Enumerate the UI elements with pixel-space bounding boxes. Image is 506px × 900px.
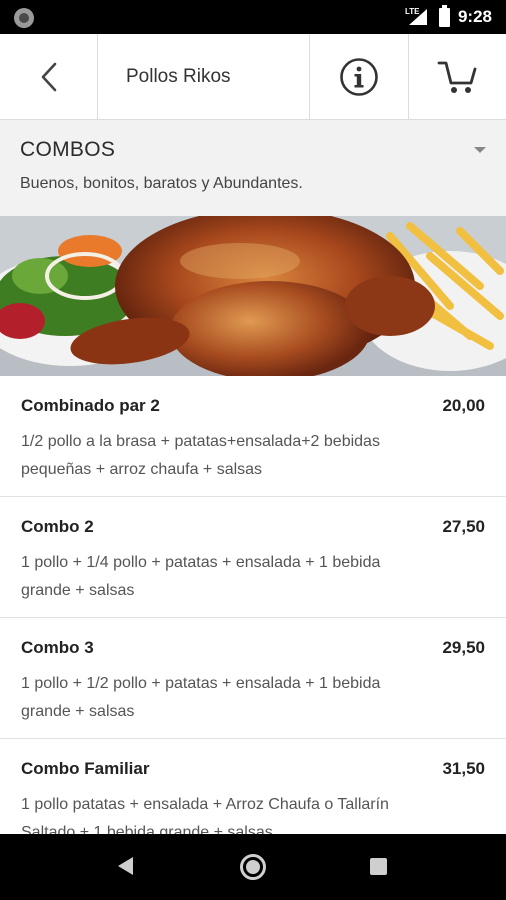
- notification-icon: [14, 8, 34, 28]
- item-price: 29,50: [442, 638, 485, 657]
- menu-list: Combinado par 2 20,00 1/2 pollo a la bra…: [0, 376, 506, 834]
- nav-back-icon[interactable]: [118, 857, 133, 875]
- item-name: Combinado par 2: [21, 396, 160, 415]
- category-title: COMBOS: [20, 138, 116, 161]
- chevron-left-icon: [41, 62, 56, 92]
- status-time: 9:28: [457, 7, 492, 26]
- page-title: Pollos Rikos: [98, 34, 310, 120]
- app-bar: Pollos Rikos: [0, 34, 506, 120]
- battery-icon: [438, 4, 450, 27]
- category-image: [0, 216, 506, 376]
- item-name: Combo 3: [21, 638, 94, 657]
- item-description: 1/2 pollo a la brasa + patatas+ensalada+…: [21, 433, 380, 478]
- item-description: 1 pollo patatas + ensalada + Arroz Chauf…: [21, 796, 389, 834]
- item-description: 1 pollo + 1/2 pollo + patatas + ensalada…: [21, 675, 381, 720]
- dropdown-arrow-icon[interactable]: [474, 147, 486, 153]
- cart-icon: [437, 61, 476, 93]
- menu-item[interactable]: Combo Familiar 31,50 1 pollo patatas + e…: [0, 739, 506, 834]
- system-nav-bar: [0, 834, 506, 900]
- status-bar: LTE 9:28: [0, 0, 506, 34]
- menu-item[interactable]: Combo 2 27,50 1 pollo + 1/4 pollo + pata…: [0, 497, 506, 618]
- info-button[interactable]: [310, 34, 409, 120]
- status-icons: LTE 9:28: [405, 0, 492, 34]
- item-price: 20,00: [442, 396, 485, 415]
- menu-item[interactable]: Combo 3 29,50 1 pollo + 1/2 pollo + pata…: [0, 618, 506, 739]
- item-name: Combo 2: [21, 517, 94, 536]
- nav-home-icon[interactable]: [240, 854, 266, 880]
- nav-recents-icon[interactable]: [370, 858, 387, 875]
- item-description: 1 pollo + 1/4 pollo + patatas + ensalada…: [21, 554, 381, 599]
- menu-item[interactable]: Combinado par 2 20,00 1/2 pollo a la bra…: [0, 376, 506, 497]
- item-name: Combo Familiar: [21, 759, 150, 778]
- category-subtitle: Buenos, bonitos, baratos y Abundantes.: [20, 175, 303, 192]
- signal-icon: LTE: [405, 7, 431, 27]
- back-button[interactable]: [0, 34, 98, 120]
- item-price: 31,50: [442, 759, 485, 778]
- info-icon: [340, 58, 378, 96]
- category-header[interactable]: COMBOS Buenos, bonitos, baratos y Abunda…: [0, 120, 506, 216]
- cart-button[interactable]: [409, 34, 506, 120]
- item-price: 27,50: [442, 517, 485, 536]
